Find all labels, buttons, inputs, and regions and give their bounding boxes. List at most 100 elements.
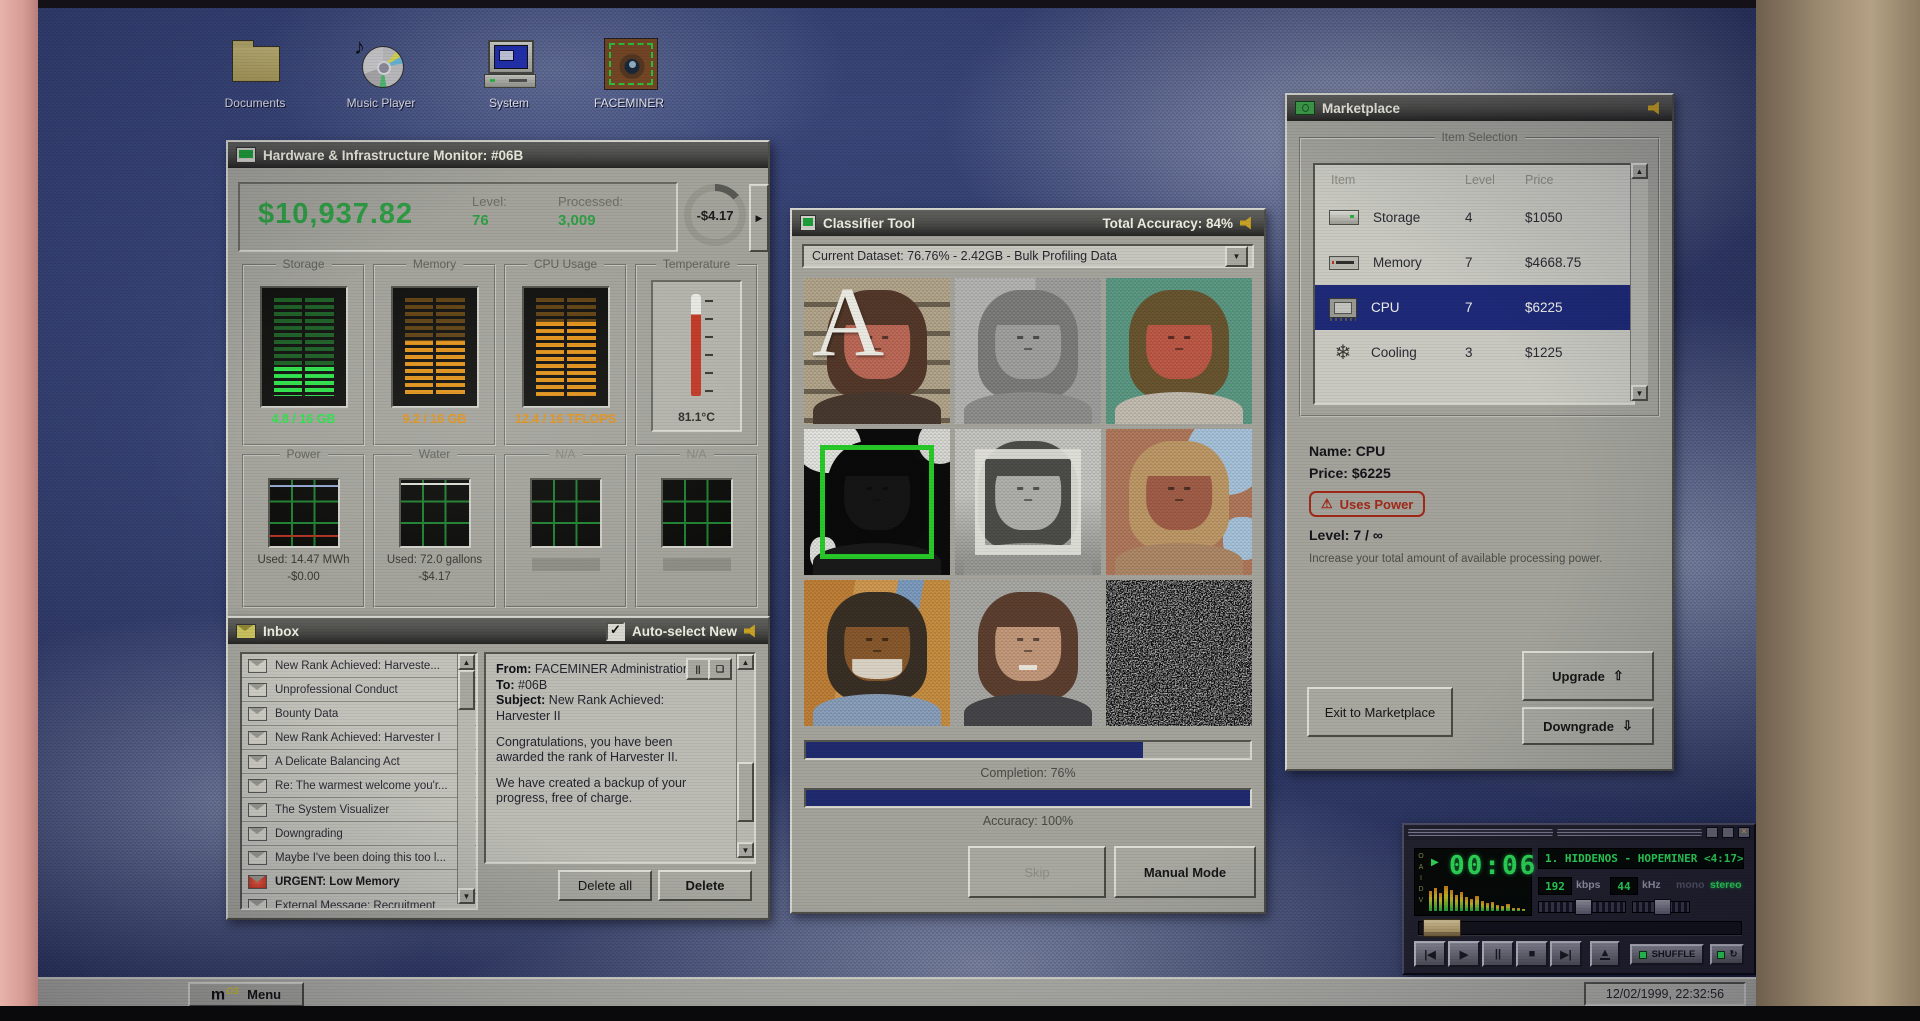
graph-line-red — [269, 535, 338, 537]
delete-button[interactable]: Delete — [658, 870, 752, 901]
face-tile-7[interactable] — [804, 580, 950, 726]
spectrum-analyzer — [1429, 885, 1525, 911]
pause-button[interactable]: || — [1482, 941, 1514, 967]
meter-label: Power — [279, 447, 328, 461]
delete-all-button[interactable]: Delete all — [558, 870, 652, 901]
classifier-speaker-icon[interactable] — [1240, 216, 1251, 230]
exit-marketplace-button[interactable]: Exit to Marketplace — [1307, 687, 1453, 737]
email-list-scrollbar[interactable]: ▲ ▼ — [457, 654, 475, 904]
email-row[interactable]: The System Visualizer — [242, 798, 476, 822]
downgrade-button[interactable]: Downgrade ⇩ — [1522, 707, 1654, 745]
manual-mode-button[interactable]: Manual Mode — [1114, 846, 1256, 898]
popout-button[interactable]: ❏ — [708, 658, 732, 680]
item-selection-legend: Item Selection — [1434, 130, 1525, 144]
inbox-speaker-icon[interactable] — [744, 624, 755, 638]
player-titlebar[interactable]: ✕ — [1404, 825, 1754, 840]
face-tile-8[interactable] — [955, 580, 1101, 726]
scroll-thumb[interactable] — [737, 762, 754, 822]
classifier-titlebar[interactable]: Classifier Tool Total Accuracy: 84% — [792, 210, 1264, 236]
minimize-button[interactable] — [1706, 827, 1718, 838]
item-table[interactable]: Item Level Price Storage 4 $1050 Memory 7 $46… — [1313, 163, 1635, 405]
gauge-label: Memory — [405, 257, 464, 271]
face-tile-4[interactable] — [804, 429, 950, 575]
email-row[interactable]: New Rank Achieved: Harvester I — [242, 726, 476, 750]
menu-button[interactable]: mOS Menu — [188, 982, 304, 1006]
scroll-up-icon[interactable]: ▲ — [1631, 163, 1648, 179]
email-row[interactable]: External Message: Recruitment — [242, 894, 476, 908]
previous-button[interactable]: |◀ — [1414, 941, 1446, 967]
autoselect-checkbox[interactable]: ✓ — [605, 621, 625, 641]
envelope-icon — [248, 778, 267, 793]
taskbar-clock[interactable]: 12/02/1999, 22:32:56 — [1584, 982, 1746, 1006]
desktop-icon-documents[interactable]: Documents — [209, 38, 301, 112]
scroll-up-icon[interactable]: ▲ — [458, 654, 475, 670]
beard — [852, 658, 902, 680]
marketplace-titlebar[interactable]: Marketplace — [1287, 95, 1672, 121]
expand-arrow-button[interactable]: ▶ — [749, 184, 769, 252]
eject-button[interactable]: ▲ — [1590, 941, 1620, 967]
hardware-monitor-titlebar[interactable]: Hardware & Infrastructure Monitor: #06B — [228, 142, 768, 168]
item-table-scrollbar[interactable]: ▲ ▼ — [1630, 163, 1648, 401]
scroll-down-icon[interactable]: ▼ — [737, 842, 754, 858]
envelope-icon — [248, 658, 267, 673]
shuffle-button[interactable]: SHUFFLE — [1630, 944, 1704, 965]
email-subject: A Delicate Balancing Act — [275, 755, 400, 768]
marketplace-speaker-icon[interactable] — [1648, 101, 1659, 115]
titlebar-ridge — [1408, 829, 1553, 836]
email-row[interactable]: Maybe I've been doing this too l... — [242, 846, 476, 870]
balance-slider[interactable] — [1632, 899, 1690, 915]
item-row-cooling[interactable]: ❄ Cooling 3 $1225 — [1315, 330, 1633, 375]
next-button[interactable]: ▶| — [1550, 941, 1582, 967]
track-title[interactable]: 1. HIDDENOS - HOPEMINER <4:17> — [1538, 848, 1744, 869]
hardware-monitor-title: Hardware & Infrastructure Monitor: #06B — [263, 147, 524, 163]
scroll-thumb[interactable] — [458, 670, 475, 710]
face-tile-5[interactable] — [955, 429, 1101, 575]
inbox-title: Inbox — [263, 623, 299, 639]
face-tile-6[interactable] — [1106, 429, 1252, 575]
face-tile-3[interactable] — [1106, 278, 1252, 424]
repeat-button[interactable]: ↻ — [1710, 944, 1744, 965]
face-tile-2[interactable] — [955, 278, 1101, 424]
titlebar-ridge — [1557, 829, 1702, 836]
scroll-up-icon[interactable]: ▲ — [737, 654, 754, 670]
seek-handle[interactable] — [1423, 919, 1461, 937]
gauge-bars — [404, 298, 465, 396]
message-scrollbar[interactable]: ▲ ▼ — [736, 654, 754, 858]
inbox-titlebar[interactable]: Inbox ✓ Auto-select New — [228, 618, 768, 644]
email-row[interactable]: New Rank Achieved: Harveste... — [242, 654, 476, 678]
upgrade-button[interactable]: Upgrade ⇧ — [1522, 651, 1654, 701]
email-row[interactable]: Bounty Data — [242, 702, 476, 726]
chevron-down-icon[interactable]: ▼ — [1225, 245, 1248, 267]
seek-bar[interactable] — [1418, 919, 1742, 937]
eye — [1167, 487, 1174, 491]
face-tile-9[interactable] — [1106, 580, 1252, 726]
close-button[interactable]: ✕ — [1738, 827, 1750, 838]
item-row-cpu[interactable]: CPU 7 $6225 — [1315, 285, 1633, 330]
item-description: Increase your total amount of available … — [1309, 553, 1603, 565]
email-row[interactable]: Downgrading — [242, 822, 476, 846]
shade-button[interactable] — [1722, 827, 1734, 838]
volume-slider[interactable] — [1538, 899, 1626, 915]
pause-button[interactable]: || — [686, 658, 710, 680]
item-row-storage[interactable]: Storage 4 $1050 — [1315, 195, 1633, 240]
email-row[interactable]: Re: The warmest welcome you'r... — [242, 774, 476, 798]
email-row[interactable]: Unprofessional Conduct — [242, 678, 476, 702]
desktop-icon-music-player[interactable]: ♪ Music Player — [335, 34, 427, 112]
email-list[interactable]: New Rank Achieved: Harveste... Unprofessi… — [240, 652, 478, 910]
completion-label: Completion: 76% — [980, 766, 1076, 780]
play-button[interactable]: ▶ — [1448, 941, 1480, 967]
scroll-down-icon[interactable]: ▼ — [458, 888, 475, 904]
email-row[interactable]: URGENT: Low Memory — [242, 870, 476, 894]
email-row[interactable]: A Delicate Balancing Act — [242, 750, 476, 774]
email-subject: New Rank Achieved: Harvester I — [275, 731, 441, 744]
stop-button[interactable]: ■ — [1516, 941, 1548, 967]
desktop-icon-system[interactable]: System — [463, 38, 555, 112]
face-tile-1[interactable]: A — [804, 278, 950, 424]
scroll-down-icon[interactable]: ▼ — [1631, 385, 1648, 401]
clutterbar[interactable]: OAIDV — [1417, 851, 1425, 906]
dataset-dropdown[interactable]: Current Dataset: 76.76% - 2.42GB - Bulk … — [802, 244, 1254, 268]
skip-button[interactable]: Skip — [968, 846, 1106, 898]
desktop-icon-faceminer[interactable]: FACEMINER — [583, 38, 675, 112]
eye — [1184, 487, 1191, 491]
item-row-memory[interactable]: Memory 7 $4668.75 — [1315, 240, 1633, 285]
